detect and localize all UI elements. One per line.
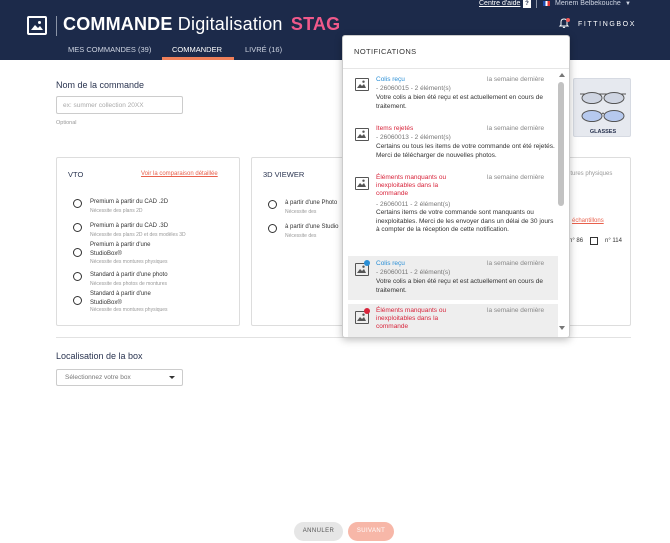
top-separator	[536, 0, 537, 8]
notification-dot	[566, 18, 570, 22]
scroll-down-icon[interactable]	[559, 326, 565, 330]
vto-card: VTO Voir la comparaison détaillée Premiu…	[56, 157, 240, 326]
glasses-icon	[580, 92, 626, 122]
header-separator	[56, 16, 57, 36]
order-name-input[interactable]: ex: summer collection 20XX	[56, 96, 183, 114]
notification-title: Colis reçu	[376, 260, 405, 267]
option-sub: Nécessite des photos de montures	[90, 281, 167, 287]
option-sub: Nécessite des	[285, 209, 317, 215]
option-title-line2: StudioBox®	[90, 251, 122, 257]
option-title: Premium à partir du CAD .2D	[90, 199, 169, 205]
option-sub: Nécessite des plans 2D	[90, 208, 143, 214]
option-sub: Nécessite des montures physiques	[90, 259, 168, 265]
chevron-down-icon[interactable]	[169, 376, 175, 379]
active-tab-indicator	[162, 57, 234, 60]
notifications-panel: NOTIFICATIONS Colis reçu la semaine dern…	[342, 35, 570, 338]
radio-3d-studio[interactable]	[268, 224, 277, 233]
page-title: COMMANDE Digitalisation STAG	[63, 14, 341, 34]
notification-title-line2: inexploitables dans la	[376, 182, 439, 189]
radio-premium-cad-3d[interactable]	[73, 223, 82, 232]
order-name-label: Nom de la commande	[56, 80, 145, 90]
notification-body: Certains ou tous les items de votre comm…	[376, 143, 555, 159]
option-title: Standard à partir d'une photo	[90, 272, 168, 278]
notification-time: la semaine dernière	[487, 76, 545, 83]
box-select[interactable]: Sélectionnez votre box	[56, 369, 183, 386]
unread-dot	[364, 308, 370, 314]
option-title: Premium à partir du CAD .3D	[90, 223, 169, 229]
option-title: à partir d'une Studio	[285, 224, 339, 230]
notification-title-line3: commande	[376, 190, 409, 197]
notification-time: la semaine dernière	[487, 125, 545, 132]
notification-title: Éléments manquants ou	[376, 307, 447, 314]
notification-ref: - 26060011 - 2 élément(s)	[376, 201, 451, 208]
tab-livre[interactable]: LIVRÉ (16)	[245, 45, 282, 54]
notification-item-unread[interactable]: Colis reçu la semaine dernière - 2606001…	[348, 256, 558, 300]
brand-logo: FITTINGBOX	[578, 21, 636, 28]
notification-item[interactable]: Colis reçu la semaine dernière - 2606001…	[348, 73, 558, 113]
notification-ref: - 26060011 - 2 élément(s)	[376, 269, 451, 276]
option-title-line2: StudioBox®	[90, 300, 122, 306]
help-center-link[interactable]: Centre d'aide	[479, 0, 520, 7]
next-button[interactable]: SUIVANT	[348, 522, 394, 541]
notification-body: Votre colis a bien été reçu et est actue…	[376, 278, 543, 294]
image-icon	[355, 78, 369, 91]
scrollbar-thumb[interactable]	[558, 82, 564, 206]
samples-link[interactable]: échantillons	[572, 218, 604, 224]
scroll-up-icon[interactable]	[559, 73, 565, 77]
location-label: Localisation de la box	[56, 351, 143, 361]
notification-time: la semaine dernière	[487, 307, 545, 314]
notification-title: Items rejetés	[376, 125, 414, 132]
notification-time: la semaine dernière	[487, 174, 545, 181]
sample-checkbox[interactable]	[590, 237, 598, 245]
notification-body: Certains items de votre commande sont ma…	[376, 209, 554, 233]
notification-time: la semaine dernière	[487, 260, 545, 267]
optional-hint: Optional	[56, 120, 77, 126]
vto-title: VTO	[68, 170, 84, 179]
glasses-card[interactable]: GLASSES	[573, 78, 631, 137]
option-sub: Nécessite des plans 2D et des modèles 3D	[90, 232, 186, 238]
sample-number-a: n° 86	[569, 238, 584, 244]
option-title: Premium à partir d'une	[90, 242, 151, 248]
notifications-divider	[343, 68, 569, 69]
notification-title-line2: inexploitables dans la	[376, 315, 439, 322]
radio-standard-photo[interactable]	[73, 272, 82, 281]
unread-dot	[364, 260, 370, 266]
notification-ref: - 26060013 - 2 élément(s)	[376, 134, 451, 141]
notification-title: Colis reçu	[376, 76, 405, 83]
notification-title: Éléments manquants ou	[376, 174, 447, 181]
tab-commander[interactable]: COMMANDER	[172, 45, 222, 54]
image-icon	[355, 177, 369, 190]
option-sub: Nécessite des	[285, 233, 317, 239]
right-card-sub: ntures physiques	[567, 171, 613, 177]
user-name[interactable]: Meriem Belbekouche	[555, 0, 621, 7]
app-logo-icon	[27, 16, 47, 35]
notification-body: Votre colis a bien été reçu et est actue…	[376, 94, 543, 110]
option-title: Standard à partir d'une	[90, 291, 151, 297]
notification-item-unread[interactable]: Éléments manquants ou inexploitables dan…	[348, 304, 558, 337]
sample-number-b: n° 114	[605, 238, 622, 244]
radio-premium-studiobox[interactable]	[73, 248, 82, 257]
radio-premium-cad-2d[interactable]	[73, 199, 82, 208]
notifications-header: NOTIFICATIONS	[354, 47, 417, 56]
notification-title-line3: commande	[376, 323, 409, 330]
viewer-3d-title: 3D VIEWER	[263, 170, 305, 179]
image-icon	[355, 128, 369, 141]
radio-3d-photo[interactable]	[268, 200, 277, 209]
notification-item[interactable]: Items rejetés la semaine dernière - 2606…	[348, 123, 558, 167]
glasses-label: GLASSES	[589, 129, 617, 135]
option-title: à partir d'une Photo	[285, 200, 338, 206]
cancel-button[interactable]: ANNULER	[294, 522, 343, 541]
chevron-down-icon[interactable]: ▼	[625, 1, 631, 7]
french-flag-icon[interactable]	[543, 1, 550, 6]
notification-ref: - 26060015 - 2 élément(s)	[376, 85, 451, 92]
notification-item[interactable]: Éléments manquants ou inexploitables dan…	[348, 172, 558, 252]
compare-link[interactable]: Voir la comparaison détaillée	[141, 171, 218, 177]
help-question-icon[interactable]: ?	[523, 0, 531, 8]
env-badge: STAG	[290, 14, 341, 34]
option-sub: Nécessite des montures physiques	[90, 307, 168, 313]
radio-standard-studiobox[interactable]	[73, 296, 82, 305]
tab-mes-commandes[interactable]: MES COMMANDES (39)	[68, 45, 151, 54]
